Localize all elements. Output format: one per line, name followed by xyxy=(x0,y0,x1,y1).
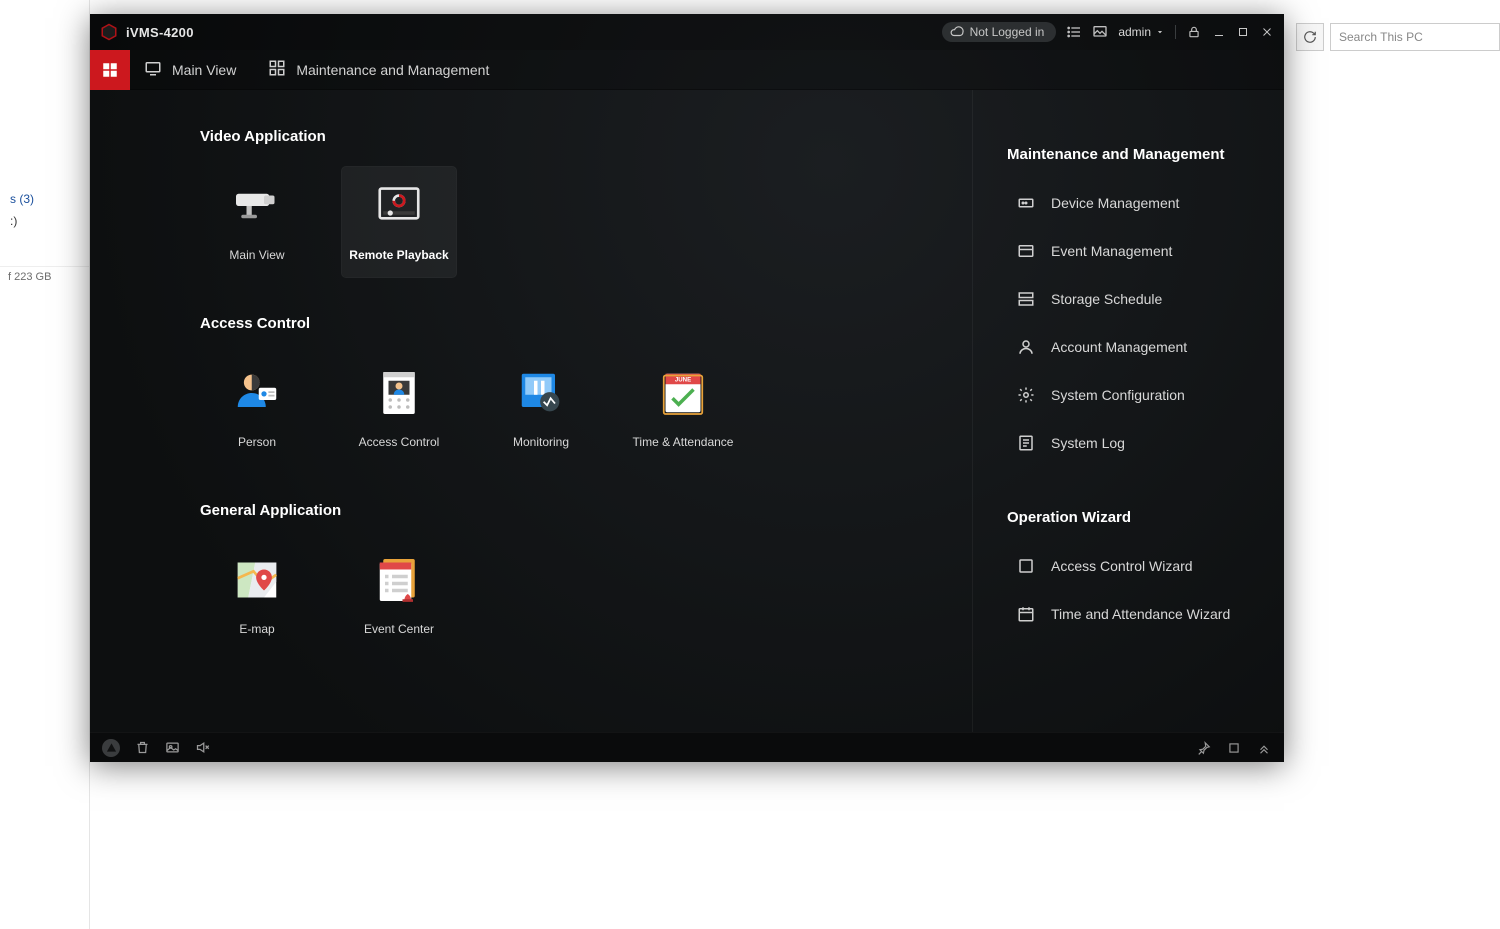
card-main-view-label: Main View xyxy=(229,249,284,263)
side-item-account-management[interactable]: Account Management xyxy=(1007,323,1254,371)
monitoring-icon xyxy=(510,362,572,424)
section-title-video: Video Application xyxy=(200,128,972,145)
side-item-device-management[interactable]: Device Management xyxy=(1007,179,1254,227)
collapse-up-icon[interactable] xyxy=(1256,740,1272,756)
restore-icon[interactable] xyxy=(1226,740,1242,756)
device-icon xyxy=(1017,194,1035,212)
separator xyxy=(1175,25,1176,39)
user-menu[interactable]: admin xyxy=(1118,25,1165,39)
side-item-event-management[interactable]: Event Management xyxy=(1007,227,1254,275)
cloud-icon xyxy=(950,25,964,39)
calendar-small-icon xyxy=(1017,605,1035,623)
content: Video Application Main View xyxy=(90,90,1284,732)
list-icon[interactable] xyxy=(1066,24,1082,40)
side-item-label: Access Control Wizard xyxy=(1051,558,1193,574)
host-refresh-button[interactable] xyxy=(1296,23,1324,51)
card-monitoring-label: Monitoring xyxy=(513,436,569,450)
account-icon xyxy=(1017,338,1035,356)
content-main: Video Application Main View xyxy=(90,90,972,732)
camera-icon xyxy=(226,175,288,237)
svg-text:JUNE: JUNE xyxy=(675,377,691,384)
titlebar: iVMS-4200 Not Logged in admin xyxy=(90,14,1284,50)
login-status-pill[interactable]: Not Logged in xyxy=(942,22,1057,42)
refresh-icon xyxy=(1303,30,1317,44)
grid-icon xyxy=(101,61,119,79)
person-icon xyxy=(226,362,288,424)
host-explorer-sidebar: s (3) :) f 223 GB xyxy=(0,0,90,929)
chevron-down-icon xyxy=(1155,27,1165,37)
side-item-system-log[interactable]: System Log xyxy=(1007,419,1254,467)
lock-icon[interactable] xyxy=(1186,24,1202,40)
card-person-label: Person xyxy=(238,436,276,450)
side-item-time-attendance-wizard[interactable]: Time and Attendance Wizard xyxy=(1007,590,1254,638)
card-time-attendance-label: Time & Attendance xyxy=(633,436,734,450)
app-logo-icon xyxy=(100,23,118,41)
maximize-button[interactable] xyxy=(1236,25,1250,39)
side-item-label: System Configuration xyxy=(1051,387,1185,403)
tabbar: Main View Maintenance and Management xyxy=(90,50,1284,90)
host-tree-item-drive[interactable]: :) xyxy=(0,210,89,232)
host-tree-item[interactable]: s (3) xyxy=(0,188,89,210)
login-status-text: Not Logged in xyxy=(970,25,1045,39)
intercom-icon xyxy=(368,362,430,424)
host-search-input[interactable]: Search This PC xyxy=(1330,23,1500,51)
storage-icon xyxy=(1017,290,1035,308)
host-disk-usage: f 223 GB xyxy=(0,266,89,287)
tab-maintenance-label: Maintenance and Management xyxy=(296,62,489,78)
picture-icon[interactable] xyxy=(1092,24,1108,40)
card-access-control-label: Access Control xyxy=(359,436,440,450)
playback-icon xyxy=(368,175,430,237)
card-time-attendance[interactable]: JUNE Time & Attendance xyxy=(626,354,740,464)
alert-badge-icon[interactable] xyxy=(102,739,120,757)
image-icon[interactable] xyxy=(164,740,180,756)
event-icon xyxy=(1017,242,1035,260)
tab-main-view[interactable]: Main View xyxy=(130,50,254,90)
side-item-label: Event Management xyxy=(1051,243,1172,259)
card-monitoring[interactable]: Monitoring xyxy=(484,354,598,464)
side-item-label: System Log xyxy=(1051,435,1125,451)
card-emap[interactable]: E-map xyxy=(200,541,314,651)
calendar-icon: JUNE xyxy=(652,362,714,424)
side-item-label: Time and Attendance Wizard xyxy=(1051,606,1230,622)
monitor-icon xyxy=(144,59,162,80)
side-heading-maint: Maintenance and Management xyxy=(1007,146,1254,163)
app-window: iVMS-4200 Not Logged in admin xyxy=(90,14,1284,762)
section-title-general: General Application xyxy=(200,502,972,519)
tab-maintenance[interactable]: Maintenance and Management xyxy=(254,50,507,90)
user-label: admin xyxy=(1118,25,1151,39)
card-person[interactable]: Person xyxy=(200,354,314,464)
card-main-view[interactable]: Main View xyxy=(200,167,314,277)
mute-icon[interactable] xyxy=(194,740,210,756)
pin-icon[interactable] xyxy=(1196,740,1212,756)
side-item-storage-schedule[interactable]: Storage Schedule xyxy=(1007,275,1254,323)
log-icon xyxy=(1017,434,1035,452)
side-item-label: Device Management xyxy=(1051,195,1179,211)
tab-main-view-label: Main View xyxy=(172,62,236,78)
tools-icon xyxy=(268,59,286,80)
wizard-icon xyxy=(1017,557,1035,575)
side-item-label: Account Management xyxy=(1051,339,1187,355)
app-title: iVMS-4200 xyxy=(126,25,194,40)
side-item-access-control-wizard[interactable]: Access Control Wizard xyxy=(1007,542,1254,590)
map-icon xyxy=(226,549,288,611)
close-button[interactable] xyxy=(1260,25,1274,39)
card-remote-playback-label: Remote Playback xyxy=(349,249,448,263)
trash-icon[interactable] xyxy=(134,740,150,756)
content-sidebar: Maintenance and Management Device Manage… xyxy=(972,90,1284,732)
card-event-center-label: Event Center xyxy=(364,623,434,637)
section-title-access: Access Control xyxy=(200,315,972,332)
side-item-label: Storage Schedule xyxy=(1051,291,1162,307)
event-center-icon xyxy=(368,549,430,611)
card-emap-label: E-map xyxy=(239,623,274,637)
statusbar xyxy=(90,732,1284,762)
minimize-button[interactable] xyxy=(1212,25,1226,39)
card-remote-playback[interactable]: Remote Playback xyxy=(342,167,456,277)
side-heading-wizard: Operation Wizard xyxy=(1007,509,1254,526)
host-search-placeholder: Search This PC xyxy=(1339,30,1423,44)
side-item-system-configuration[interactable]: System Configuration xyxy=(1007,371,1254,419)
card-event-center[interactable]: Event Center xyxy=(342,541,456,651)
card-access-control[interactable]: Access Control xyxy=(342,354,456,464)
gear-icon xyxy=(1017,386,1035,404)
tab-home[interactable] xyxy=(90,50,130,90)
